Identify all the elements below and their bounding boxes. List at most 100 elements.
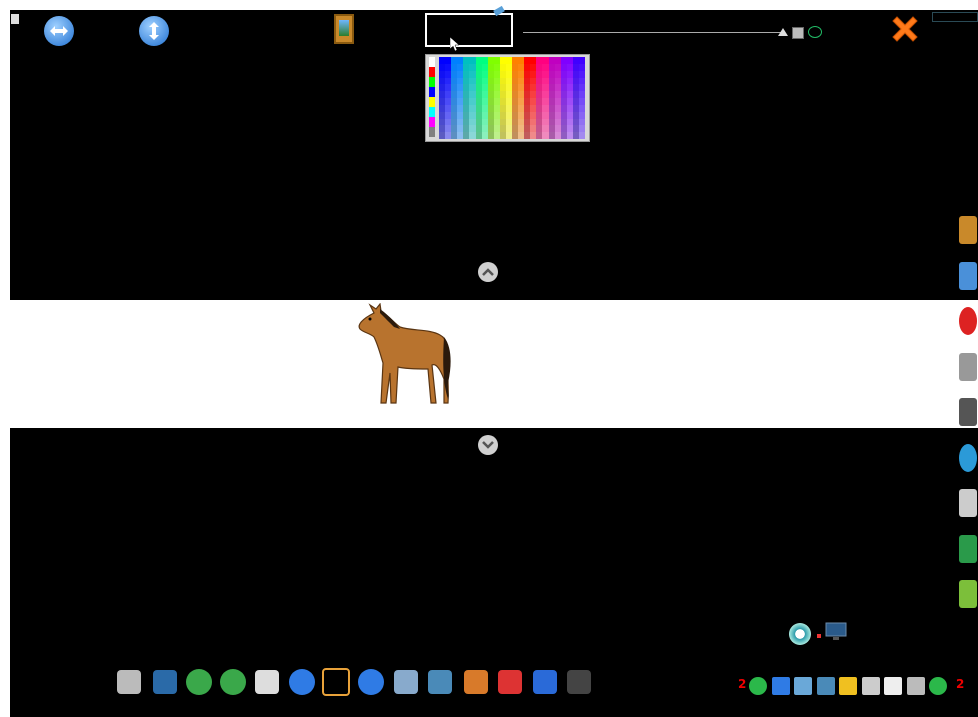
chevron-down-icon[interactable] (478, 435, 498, 455)
next-page-icon-glyph (358, 669, 384, 695)
content-strip[interactable] (10, 300, 978, 428)
vertical-arrows-icon[interactable] (139, 16, 169, 46)
color-swatch[interactable] (429, 97, 435, 107)
monitor-icon[interactable] (825, 622, 847, 642)
book-icon-glyph (394, 670, 418, 694)
color-swatch[interactable] (429, 127, 435, 137)
globe-icon-glyph (959, 443, 977, 472)
close-x-icon[interactable] (888, 12, 922, 46)
scissors-icon-glyph (464, 670, 488, 694)
basic-color-swatches[interactable] (429, 57, 435, 139)
add-page-icon-glyph (322, 668, 350, 696)
color-cell[interactable] (578, 111, 585, 119)
slider-arrow-icon[interactable] (778, 28, 788, 36)
horizontal-arrows-icon[interactable] (44, 16, 74, 46)
film-icon[interactable] (958, 395, 978, 429)
color-cell[interactable] (578, 132, 585, 139)
color-cell[interactable] (578, 84, 585, 92)
cut-icon[interactable] (861, 675, 881, 697)
scissors-icon[interactable] (461, 667, 491, 697)
next-page-icon[interactable] (356, 667, 386, 697)
color-cell[interactable] (578, 104, 585, 112)
play-icon-glyph (749, 677, 767, 695)
color-swatch[interactable] (429, 77, 435, 87)
expand-icon[interactable] (838, 675, 858, 697)
picture-frame-icon[interactable] (334, 14, 354, 44)
thickness-slider[interactable] (523, 32, 785, 33)
color-cell[interactable] (578, 77, 585, 85)
tools-icon[interactable] (958, 532, 978, 566)
notepad-icon-glyph (255, 670, 279, 694)
keyboard-icon-glyph (428, 670, 452, 694)
eraser-icon-glyph (498, 670, 522, 694)
microphone-icon-glyph (959, 352, 977, 381)
camera-icon-glyph (906, 677, 925, 695)
expand-icon-glyph (839, 677, 857, 695)
color-cell[interactable] (578, 125, 585, 133)
webcam-icon-glyph (959, 489, 977, 517)
picture-icon-glyph (959, 216, 977, 244)
cut-icon-glyph (861, 677, 880, 695)
undo-icon[interactable] (184, 667, 214, 697)
color-swatch[interactable] (429, 87, 435, 97)
left-counter: 2 (738, 677, 747, 691)
redo-icon[interactable] (218, 667, 248, 697)
video-icon[interactable] (793, 675, 813, 697)
chevron-up-icon[interactable] (478, 262, 498, 282)
eraser-icon[interactable] (495, 667, 525, 697)
camera-icon[interactable] (906, 675, 926, 697)
menu-square-icon[interactable] (11, 14, 19, 24)
color-grid[interactable] (439, 57, 585, 139)
cube-icon[interactable] (958, 577, 978, 611)
tools-icon-glyph (959, 534, 977, 563)
pen-icon[interactable] (530, 667, 560, 697)
book-icon[interactable] (391, 667, 421, 697)
gem-icon[interactable] (928, 675, 948, 697)
color-swatch[interactable] (429, 107, 435, 117)
color-cell[interactable] (578, 63, 585, 71)
redo-icon-glyph (220, 669, 246, 695)
right-counter: 2 (956, 677, 965, 691)
hand-icon-glyph (771, 677, 790, 695)
document-icon[interactable] (958, 259, 978, 293)
color-cell[interactable] (578, 91, 585, 98)
prev-page-icon[interactable] (287, 667, 317, 697)
color-cell[interactable] (578, 70, 585, 78)
help-icon[interactable] (958, 304, 978, 338)
copy-icon[interactable] (883, 675, 903, 697)
copy-icon-glyph (884, 677, 902, 695)
microphone-icon[interactable] (958, 350, 978, 384)
picture-icon[interactable] (958, 213, 978, 247)
film-icon-glyph (959, 398, 977, 426)
notepad-icon[interactable] (252, 667, 282, 697)
current-color-box[interactable] (425, 13, 513, 47)
cube-icon-glyph (959, 580, 977, 608)
horse-image[interactable] (356, 302, 454, 407)
play-icon[interactable] (748, 675, 768, 697)
record-icon[interactable] (789, 623, 811, 645)
color-cell[interactable] (578, 57, 585, 64)
mouse-cursor-icon (449, 36, 460, 55)
eye-icon[interactable] (808, 26, 822, 38)
color-palette[interactable] (425, 54, 590, 142)
move-icon-glyph (153, 670, 177, 694)
keyboard-icon[interactable] (425, 667, 455, 697)
prev-page-icon-glyph (289, 669, 315, 695)
color-cell[interactable] (578, 118, 585, 126)
grid-icon-glyph (816, 677, 835, 695)
video-icon-glyph (794, 677, 812, 695)
globe-icon[interactable] (958, 441, 978, 475)
color-swatch[interactable] (429, 57, 435, 67)
add-page-icon[interactable] (321, 667, 351, 697)
ruler-icon[interactable] (564, 667, 594, 697)
checkbox-icon[interactable] (792, 27, 804, 39)
color-swatch[interactable] (429, 117, 435, 127)
small-red-dot (817, 634, 821, 638)
grid-icon[interactable] (816, 675, 836, 697)
move-icon[interactable] (150, 667, 180, 697)
speaker-icon[interactable] (114, 667, 144, 697)
color-cell[interactable] (578, 98, 585, 105)
webcam-icon[interactable] (958, 486, 978, 520)
color-swatch[interactable] (429, 67, 435, 77)
hand-icon[interactable] (771, 675, 791, 697)
